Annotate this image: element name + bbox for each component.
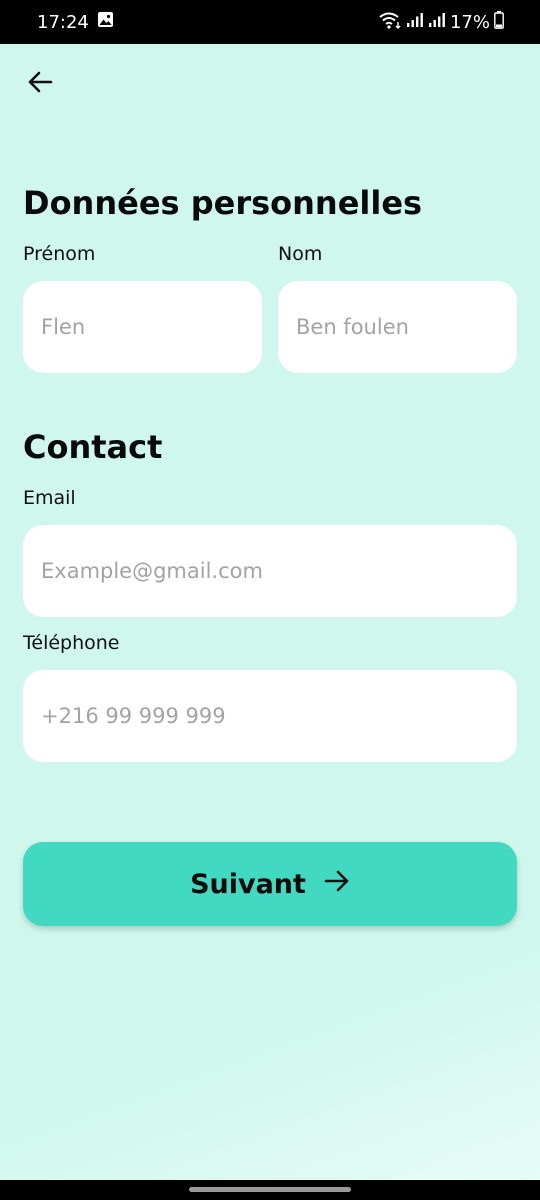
contact-title: Contact [23,428,163,466]
email-input[interactable] [23,525,517,617]
back-button[interactable] [20,66,60,102]
arrow-left-icon [27,70,53,98]
personal-info-screen: Données personnelles Prénom Nom Contact … [0,44,540,1180]
status-bar: 17:24 17% [0,0,540,44]
battery-percentage: 17% [449,11,490,33]
wifi-icon [378,11,402,34]
email-label: Email [23,487,76,509]
home-indicator[interactable] [189,1187,351,1192]
first-name-input[interactable] [23,281,262,373]
phone-label: Téléphone [23,632,120,654]
arrow-right-icon [324,869,350,900]
next-button[interactable]: Suivant [23,842,517,926]
status-left: 17:24 [37,11,114,33]
phone-input[interactable] [23,670,517,762]
status-right: 17% [378,10,504,34]
signal-icon [428,12,446,33]
status-time: 17:24 [37,11,89,33]
navigation-bar [0,1180,540,1200]
personal-data-title: Données personnelles [23,184,423,222]
next-button-label: Suivant [190,868,306,900]
image-notification-icon [97,11,114,33]
signal-icon [406,12,424,33]
battery-icon [494,10,504,34]
first-name-label: Prénom [23,243,96,265]
last-name-label: Nom [278,243,323,265]
last-name-input[interactable] [278,281,517,373]
